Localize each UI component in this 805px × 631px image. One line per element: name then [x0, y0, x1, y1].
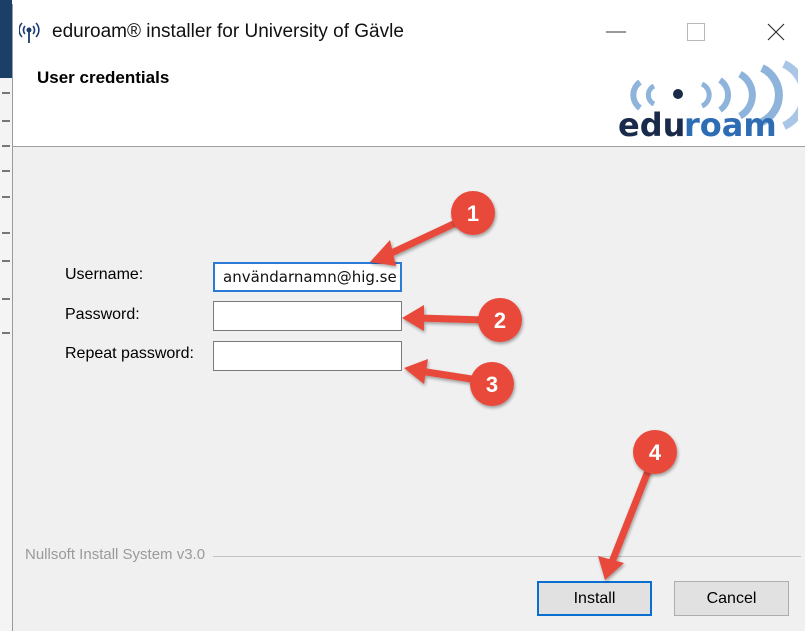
background-text-fragment: [2, 170, 10, 172]
repeat-password-input[interactable]: [213, 341, 402, 371]
maximize-button[interactable]: [666, 4, 726, 60]
username-input[interactable]: [213, 262, 402, 292]
installer-window: eduroam® installer for University of Gäv…: [12, 4, 805, 631]
close-button[interactable]: [746, 4, 805, 60]
window-title: eduroam® installer for University of Gäv…: [52, 21, 404, 42]
maximize-icon: [687, 23, 705, 41]
logo-text-edu: edu: [618, 106, 685, 140]
close-icon: [767, 23, 785, 41]
header-panel: User credentials edu roam: [13, 60, 805, 146]
minimize-button[interactable]: [586, 4, 646, 60]
install-button[interactable]: Install: [537, 581, 652, 616]
background-text-fragment: [2, 260, 10, 262]
background-text-fragment: [2, 232, 10, 234]
password-input[interactable]: [213, 301, 402, 331]
header-divider: [13, 146, 805, 147]
background-text-fragment: [2, 298, 10, 300]
background-text-fragment: [2, 145, 10, 147]
logo-text-roam: roam: [684, 106, 777, 140]
title-bar: eduroam® installer for University of Gäv…: [13, 4, 805, 60]
background-window-edge: [0, 0, 12, 631]
background-window-header: [0, 0, 12, 78]
app-icon: [19, 22, 40, 43]
username-label: Username:: [65, 266, 144, 283]
background-text-fragment: [2, 92, 10, 94]
eduroam-logo: edu roam: [618, 60, 798, 140]
branding-text: Nullsoft Install System v3.0: [25, 546, 214, 563]
cancel-button[interactable]: Cancel: [674, 581, 789, 616]
background-text-fragment: [2, 120, 10, 122]
repeat-password-label: Repeat password:: [65, 345, 194, 362]
page-title: User credentials: [37, 68, 170, 87]
minimize-icon: [606, 31, 626, 33]
background-text-fragment: [2, 196, 10, 198]
password-label: Password:: [65, 306, 140, 323]
background-text-fragment: [2, 332, 10, 334]
